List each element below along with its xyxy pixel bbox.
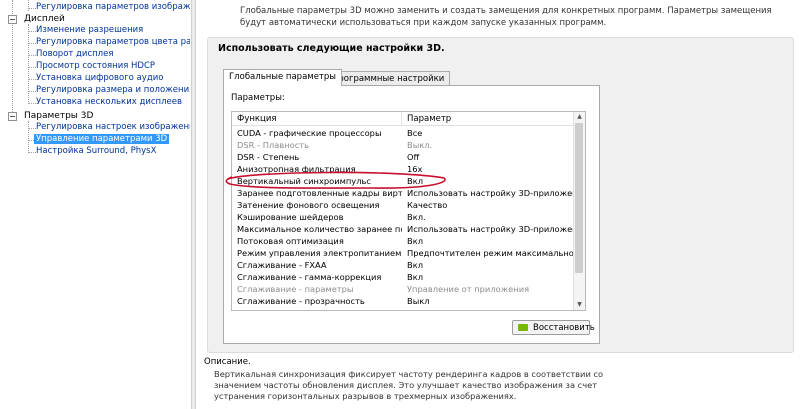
cell-setting[interactable]: Выкл. <box>407 139 575 151</box>
tab-global-settings[interactable]: Глобальные параметры <box>223 69 342 86</box>
tree-item-display[interactable]: Регулировка размера и положения раб <box>36 85 190 95</box>
tree-connector <box>28 0 29 11</box>
column-header-setting[interactable]: Параметр <box>402 112 575 126</box>
tree-item-display[interactable]: Просмотр состояния HDCP <box>36 61 155 71</box>
table-row[interactable]: Сглаживание - гамма-коррекция Вкл <box>232 271 575 283</box>
restore-button[interactable]: Восстановить <box>512 320 595 335</box>
cell-function: Кэширование шейдеров <box>237 212 344 222</box>
page-description: Глобальные параметры 3D можно заменить и… <box>240 6 772 28</box>
cell-setting[interactable]: Off <box>407 151 575 163</box>
column-header-function[interactable]: Функция <box>232 112 402 126</box>
cell-setting[interactable]: Выкл <box>407 295 575 307</box>
cell-function: CUDA - графические процессоры <box>237 128 382 138</box>
tree-item-display[interactable]: Установка нескольких дисплеев <box>36 97 182 107</box>
table-row[interactable]: Затенение фонового освещения Качество <box>232 199 575 211</box>
cell-setting[interactable]: Качество <box>407 199 575 211</box>
tree-item-display[interactable]: Установка цифрового аудио <box>36 73 163 83</box>
description-label: Описание. <box>204 357 251 367</box>
cell-setting[interactable]: Все <box>407 127 575 139</box>
table-row[interactable]: DSR - Плавность Выкл. <box>232 139 575 151</box>
cell-function: Режим управления электропитанием <box>237 248 402 258</box>
scrollbar-thumb[interactable] <box>575 123 583 273</box>
tree-connector <box>28 91 36 92</box>
cell-setting[interactable]: Использовать настройку 3D-приложения <box>407 223 575 235</box>
cell-function: Сглаживание - прозрачность <box>237 296 365 306</box>
cell-function: Сглаживание - FXAA <box>237 260 327 270</box>
table-row[interactable]: Сглаживание - параметры Управление от при… <box>232 283 575 295</box>
tree-connector <box>28 31 36 32</box>
table-row[interactable]: Максимальное количество заранее под... Ис… <box>232 223 575 235</box>
tree-connector <box>28 8 36 9</box>
cell-function: Сглаживание - параметры <box>237 284 354 294</box>
params-label: Параметры: <box>231 93 285 103</box>
cell-setting[interactable]: Вкл. <box>407 211 575 223</box>
tree-connector <box>28 121 29 153</box>
cell-function: Сглаживание - режим <box>237 307 402 310</box>
collapse-icon[interactable]: − <box>8 112 17 121</box>
cell-setting[interactable]: Вкл <box>407 235 575 247</box>
tree-connector <box>28 67 36 68</box>
vertical-scrollbar[interactable]: ▲ ▼ <box>573 112 585 310</box>
tree-category-display[interactable]: Дисплей <box>24 14 65 24</box>
table-row[interactable]: DSR - Степень Off <box>232 151 575 163</box>
cell-function: Затенение фонового освещения <box>237 200 380 210</box>
cell-setting[interactable]: Предпочтителен режим максимальной п <box>407 247 575 259</box>
cell-setting[interactable]: Управление от приложения <box>407 283 575 295</box>
pane-splitter[interactable] <box>191 0 196 409</box>
table-row[interactable]: Сглаживание - FXAA Вкл <box>232 259 575 271</box>
collapse-icon[interactable]: − <box>8 15 17 24</box>
panel-title: Использовать следующие настройки 3D. <box>218 43 445 54</box>
tree-connector <box>28 55 36 56</box>
cell-setting[interactable]: Вкл <box>407 271 575 283</box>
tree-connector <box>28 103 36 104</box>
tab-content: Параметры: Функция Параметр CUDA - графи… <box>223 85 600 344</box>
main-content: Глобальные параметры 3D можно заменить и… <box>197 0 800 409</box>
tree-item-display[interactable]: Регулировка параметров цвета рабоче <box>36 37 190 47</box>
red-annotation-ellipse <box>225 171 446 189</box>
cell-function: DSR - Плавность <box>237 140 309 150</box>
table-row[interactable]: CUDA - графические процессоры Все <box>232 127 575 139</box>
tree-connector <box>28 79 36 80</box>
cell-setting[interactable]: Управление от приложения <box>407 307 575 310</box>
cell-function: Потоковая оптимизация <box>237 236 344 246</box>
tree-connector <box>28 24 29 104</box>
tab-program-settings[interactable]: Программные настройки <box>326 71 451 85</box>
tree-item-3d-adjust[interactable]: Регулировка настроек изображения с п <box>36 122 190 132</box>
settings-panel: Использовать следующие настройки 3D. Гло… <box>207 37 794 353</box>
tree-category-3d[interactable]: Параметры 3D <box>24 111 93 121</box>
table-row[interactable]: Кэширование шейдеров Вкл. <box>232 211 575 223</box>
scroll-up-icon[interactable]: ▲ <box>574 112 585 122</box>
tree-connector <box>28 152 36 153</box>
cell-function: Максимальное количество заранее под... <box>237 224 402 234</box>
tree-item-display[interactable]: Поворот дисплея <box>36 49 113 59</box>
navigation-tree: Регулировка параметров изображения − Дис… <box>0 0 190 409</box>
description-text: Вертикальная синхронизация фиксирует час… <box>214 369 604 401</box>
table-row[interactable]: Потоковая оптимизация Вкл <box>232 235 575 247</box>
scroll-down-icon[interactable]: ▼ <box>574 300 585 310</box>
nvidia-logo-icon <box>518 324 528 331</box>
restore-button-label: Восстановить <box>533 323 595 333</box>
table-row[interactable]: Режим управления электропитанием Предпочт… <box>232 247 575 259</box>
cell-function: DSR - Степень <box>237 152 300 162</box>
table-row[interactable]: Сглаживание - прозрачность Выкл <box>232 295 575 307</box>
tree-connector <box>28 43 36 44</box>
settings-grid: Функция Параметр CUDA - графические проц… <box>231 111 586 311</box>
tree-item-surround-physx[interactable]: Настройка Surround, PhysX <box>36 146 156 156</box>
tree-connector <box>28 128 36 129</box>
table-row[interactable]: Сглаживание - режим Управление от приложе… <box>232 307 575 310</box>
cell-setting[interactable]: Вкл <box>407 259 575 271</box>
tree-item-manage-3d[interactable]: Управление параметрами 3D <box>34 134 170 144</box>
cell-function: Сглаживание - гамма-коррекция <box>237 272 382 282</box>
tree-item-adjust-image[interactable]: Регулировка параметров изображения <box>36 2 190 12</box>
tree-item-display[interactable]: Изменение разрешения <box>36 25 143 35</box>
